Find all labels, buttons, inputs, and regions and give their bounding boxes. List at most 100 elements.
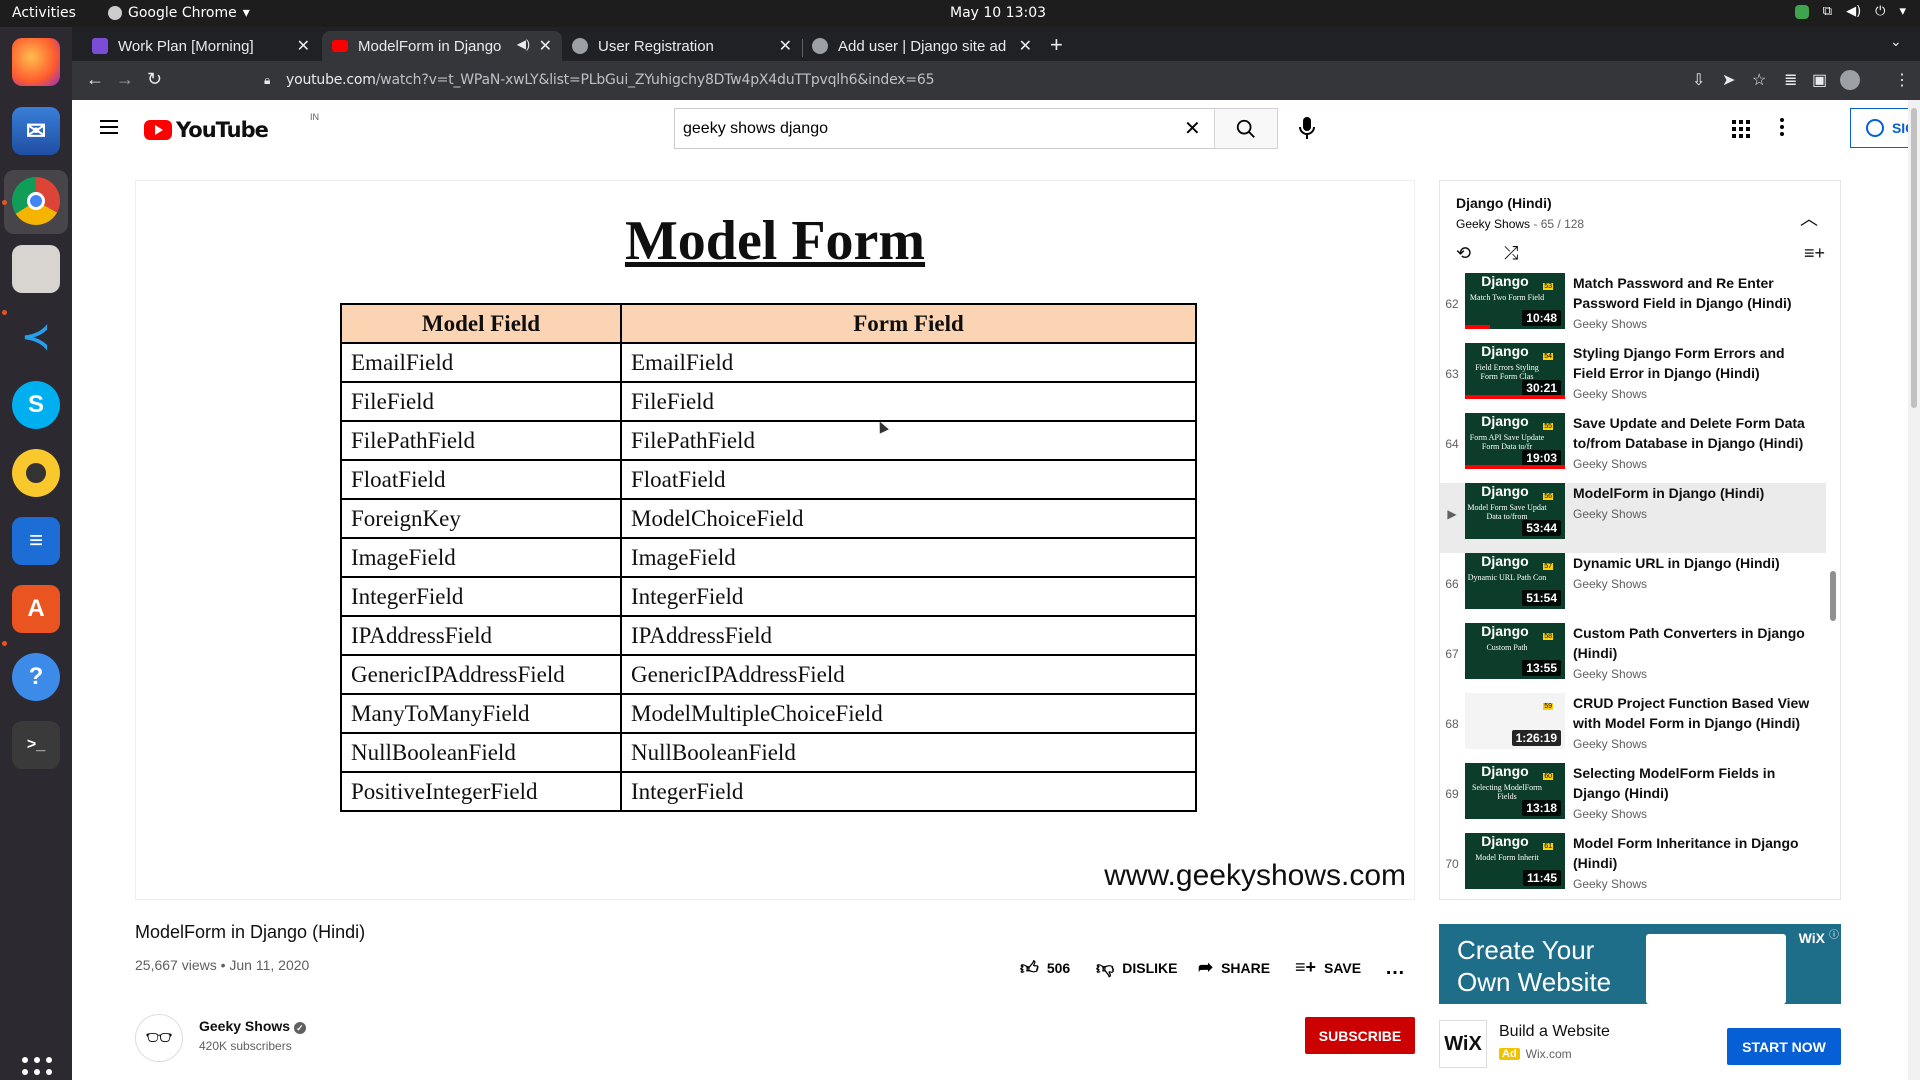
playlist-item[interactable]: ▶ Django Model Form Save Updat Data to/fro… [1440, 483, 1826, 553]
clear-search-icon[interactable]: ✕ [1184, 116, 1201, 141]
activities-button[interactable]: Activities [12, 5, 76, 21]
loop-icon[interactable]: ⟲ [1456, 243, 1471, 264]
playlist-title[interactable]: Django (Hindi) [1456, 195, 1552, 211]
video-thumbnail[interactable]: Django Custom Path 58 13:55 [1465, 623, 1565, 679]
playlist-item[interactable]: 62 Django Match Two Form Field 53 10:48 Match… [1440, 273, 1826, 343]
dislike-button[interactable]: 👎︎ DISLIKE [1096, 957, 1178, 979]
install-icon[interactable]: ⇩ [1692, 70, 1705, 90]
close-icon[interactable]: ✕ [1019, 36, 1032, 56]
more-actions-icon[interactable]: … [1385, 957, 1405, 980]
app-menu[interactable]: Google Chrome ▾ [108, 5, 250, 21]
share-button[interactable]: ➦ SHARE [1198, 957, 1270, 978]
update-icon[interactable] [1794, 4, 1809, 19]
playlist-item-title[interactable]: Save Update and Delete Form Data to/from… [1573, 413, 1813, 453]
tab-work-plan[interactable]: Work Plan [Morning] ✕ [82, 31, 320, 61]
playlist-item[interactable]: 69 Django Selecting ModelForm Fields 60 13:1… [1440, 763, 1826, 833]
tab-modelform[interactable]: ModelForm in Django ◀) ✕ [322, 31, 562, 61]
show-apps-icon[interactable] [22, 1057, 52, 1080]
playlist-owner[interactable]: Geeky Shows [1456, 217, 1530, 231]
send-icon[interactable]: ➤ [1722, 70, 1735, 90]
playlist-item-title[interactable]: Custom Path Converters in Django (Hindi) [1573, 623, 1813, 663]
scrollbar-thumb[interactable] [1911, 108, 1917, 408]
skype-icon[interactable]: S [12, 381, 60, 429]
shuffle-icon[interactable]: ⤮ [1504, 243, 1518, 264]
search-input[interactable] [674, 108, 1215, 149]
video-thumbnail[interactable]: Django Match Two Form Field 53 10:48 [1465, 273, 1565, 329]
tab-search-icon[interactable]: ⌄ [1890, 33, 1902, 50]
playlist-item-title[interactable]: Match Password and Re Enter Password Fie… [1573, 273, 1813, 313]
playlist-item-title[interactable]: Selecting ModelForm Fields in Django (Hi… [1573, 763, 1813, 803]
advertiser-logo[interactable]: WiX [1439, 1020, 1487, 1068]
new-tab-icon[interactable]: + [1050, 32, 1063, 58]
playlist-scrollbar[interactable] [1830, 571, 1836, 621]
like-button[interactable]: 👍︎ 506 [1020, 957, 1070, 979]
tab-user-registration[interactable]: User Registration ✕ [562, 31, 802, 61]
chrome-icon[interactable] [12, 177, 60, 225]
watch-progress [1465, 325, 1490, 329]
reload-icon[interactable]: ↻ [147, 69, 162, 90]
video-thumbnail[interactable]: Django Model Form Save Updat Data to/from… [1465, 483, 1565, 539]
page-scrollbar[interactable] [1908, 100, 1920, 1080]
ad-banner[interactable]: Create Your Own Website WiX ⓘ [1439, 924, 1841, 1004]
terminal-icon[interactable]: >_ [12, 721, 60, 769]
system-tray[interactable]: ⧉ ◀) ⏻ ▾ [1794, 4, 1906, 19]
playlist-item[interactable]: 64 Django Form API Save Update Form Data t… [1440, 413, 1826, 483]
playlist-item-title[interactable]: Styling Django Form Errors and Field Err… [1573, 343, 1813, 383]
video-thumbnail[interactable]: Django Field Errors Styling Form Form Cla… [1465, 343, 1565, 399]
playlist-item[interactable]: 67 Django Custom Path 58 13:55 Custom Path Co… [1440, 623, 1826, 693]
close-icon[interactable]: ✕ [539, 36, 552, 56]
profile-icon[interactable] [1840, 70, 1860, 90]
video-thumbnail[interactable]: Django Selecting ModelForm Fields 60 13:18 [1465, 763, 1565, 819]
playlist-item[interactable]: 68 59 1:26:19 CRUD Project Function Based V… [1440, 693, 1826, 763]
channel-name[interactable]: Geeky Shows ✓ [199, 1018, 306, 1034]
writer-icon[interactable]: ≡ [12, 517, 60, 565]
sidepanel-icon[interactable]: ▣ [1812, 70, 1827, 90]
playlist-item[interactable]: 70 Django Model Form Inherit 61 11:45 Model F… [1440, 833, 1826, 899]
tab-add-user[interactable]: Add user | Django site ad ✕ [802, 31, 1042, 61]
address-bar[interactable]: youtube.com/watch?v=t_WPaN-xwLY&list=PLb… [286, 72, 935, 88]
video-thumbnail[interactable]: 59 1:26:19 [1465, 693, 1565, 749]
close-icon[interactable]: ✕ [297, 36, 310, 56]
mic-icon[interactable] [1297, 116, 1317, 140]
subscribe-button[interactable]: SUBSCRIBE [1305, 1017, 1415, 1054]
clock[interactable]: May 10 13:03 [950, 5, 1046, 21]
search-button[interactable] [1214, 108, 1278, 149]
star-icon[interactable]: ☆ [1752, 70, 1766, 90]
files-icon[interactable] [12, 245, 60, 293]
playlist-item-title[interactable]: Model Form Inheritance in Django (Hindi) [1573, 833, 1813, 873]
collapse-icon[interactable]: ︿ [1800, 205, 1818, 231]
help-icon[interactable]: ? [12, 653, 60, 701]
channel-avatar[interactable]: 👓︎ [135, 1014, 183, 1062]
playlist-item-title[interactable]: Dynamic URL in Django (Hindi) [1573, 553, 1813, 573]
close-icon[interactable]: ✕ [779, 36, 792, 56]
apps-icon[interactable] [1732, 120, 1750, 138]
video-thumbnail[interactable]: Django Form API Save Update Form Data to/… [1465, 413, 1565, 469]
video-player[interactable]: Model Form Model Field Form Field EmailF… [135, 180, 1415, 900]
app-name: Google Chrome [128, 5, 237, 21]
rhythmbox-icon[interactable] [12, 449, 60, 497]
playlist-item[interactable]: 66 Django Dynamic URL Path Con 57 51:54 Dynam… [1440, 553, 1826, 623]
back-icon[interactable]: ← [86, 69, 104, 90]
playlist-item-title[interactable]: CRUD Project Function Based View with Mo… [1573, 693, 1813, 733]
audio-icon[interactable]: ◀) [517, 37, 530, 51]
video-thumbnail[interactable]: Django Model Form Inherit 61 11:45 [1465, 833, 1565, 889]
thunderbird-icon[interactable]: ✉ [12, 107, 60, 155]
menu-icon[interactable] [100, 120, 118, 134]
media-icon[interactable]: ≣ [1784, 70, 1797, 90]
video-thumbnail[interactable]: Django Dynamic URL Path Con 57 51:54 [1465, 553, 1565, 609]
software-icon[interactable]: A [12, 585, 60, 633]
ad-info-icon[interactable]: ⓘ [1829, 926, 1839, 941]
settings-kebab-icon[interactable] [1780, 118, 1784, 136]
start-now-button[interactable]: START NOW [1727, 1028, 1841, 1065]
add-to-playlist-icon[interactable]: ≡+ [1804, 243, 1825, 264]
playlist-item-title[interactable]: ModelForm in Django (Hindi) [1573, 483, 1813, 503]
save-button[interactable]: ≡+ SAVE [1295, 957, 1361, 978]
firefox-icon[interactable] [12, 38, 60, 86]
menu-kebab-icon[interactable]: ⋮ [1894, 70, 1910, 90]
vscode-icon[interactable]: ≺ [12, 313, 60, 361]
playlist-item[interactable]: 63 Django Field Errors Styling Form Form C… [1440, 343, 1826, 413]
youtube-logo[interactable]: YouTube IN [144, 112, 319, 142]
lock-icon[interactable]: 🔒︎ [264, 73, 270, 88]
forward-icon[interactable]: → [116, 69, 134, 90]
ad-title[interactable]: Build a Website [1499, 1023, 1610, 1041]
